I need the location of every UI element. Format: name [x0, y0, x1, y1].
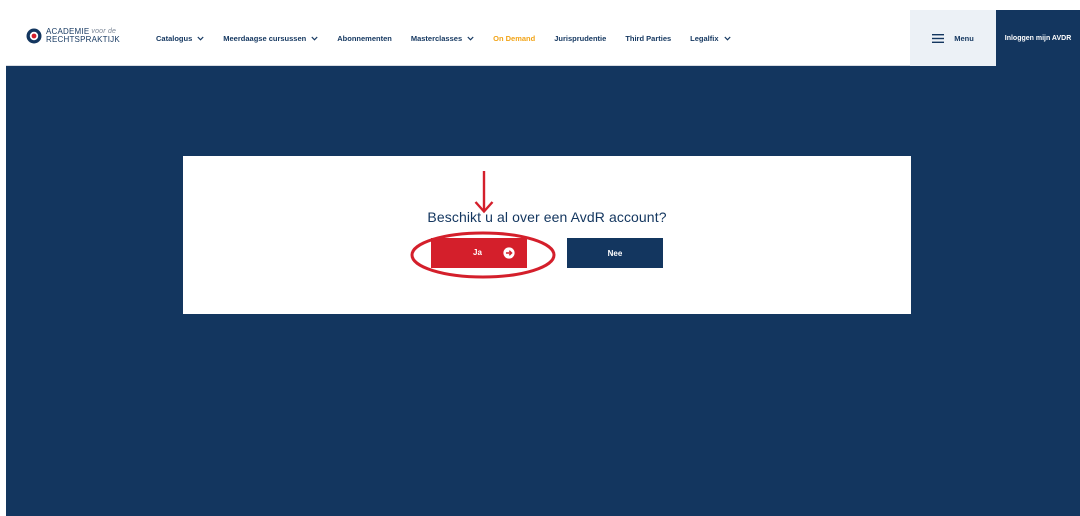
nav-item-on-demand[interactable]: On Demand	[493, 34, 535, 43]
nav-item-label: Catalogus	[156, 33, 193, 43]
account-question-card: Beschikt u al over een AvdR account? Ja …	[183, 156, 911, 314]
chevron-down-icon	[197, 36, 204, 41]
yes-button[interactable]: Ja	[431, 238, 527, 268]
nav-item-catalogus[interactable]: Catalogus	[156, 34, 204, 43]
page-frame: ACADEMIE voor de RECHTSPRAKTIJK Catalogu…	[6, 10, 1080, 516]
logo-text: ACADEMIE voor de RECHTSPRAKTIJK	[46, 28, 120, 44]
nav-item-third-parties[interactable]: Third Parties	[625, 34, 671, 43]
no-button[interactable]: Nee	[567, 238, 663, 268]
chevron-down-icon	[723, 36, 731, 41]
down-arrow-icon	[474, 171, 494, 214]
nav-item-label: Third Parties	[625, 33, 672, 43]
menu-label: Menu	[954, 33, 974, 43]
hamburger-icon	[932, 33, 945, 43]
menu-button[interactable]: Menu	[910, 10, 996, 66]
nav-item-label: On Demand	[493, 33, 536, 43]
chevron-down-icon	[311, 36, 318, 41]
nav-item-abonnementen[interactable]: Abonnementen	[337, 34, 392, 43]
arrow-right-circle-icon	[503, 247, 515, 259]
site-logo[interactable]: ACADEMIE voor de RECHTSPRAKTIJK	[26, 25, 120, 47]
nav-item-label: Jurisprudentie	[554, 33, 607, 43]
no-label: Nee	[607, 248, 623, 258]
nav-item-legalfix[interactable]: Legalfix	[690, 33, 731, 43]
nav-item-label: Legalfix	[690, 33, 719, 43]
nav-item-label: Masterclasses	[410, 33, 463, 43]
login-label: Inloggen mijn AVDR	[1004, 34, 1072, 42]
nav-item-label: Abonnementen	[337, 33, 392, 43]
nav-item-masterclasses[interactable]: Masterclasses	[411, 34, 474, 43]
main-nav: Catalogus Meerdaagse cursussen Abonnemen…	[156, 10, 750, 66]
logo-icon	[26, 28, 42, 44]
account-question: Beschikt u al over een AvdR account?	[427, 209, 667, 225]
logo-line2: RECHTSPRAKTIJK	[46, 35, 120, 44]
chevron-down-icon	[467, 36, 474, 41]
yes-label: Ja	[473, 248, 482, 257]
login-button[interactable]: Inloggen mijn AVDR	[996, 10, 1080, 66]
nav-item-jurisprudentie[interactable]: Jurisprudentie	[554, 34, 606, 43]
nav-item-label: Meerdaagse cursussen	[223, 33, 307, 43]
site-header: ACADEMIE voor de RECHTSPRAKTIJK Catalogu…	[6, 10, 1080, 66]
nav-item-meerdaagse-cursussen[interactable]: Meerdaagse cursussen	[223, 34, 318, 43]
